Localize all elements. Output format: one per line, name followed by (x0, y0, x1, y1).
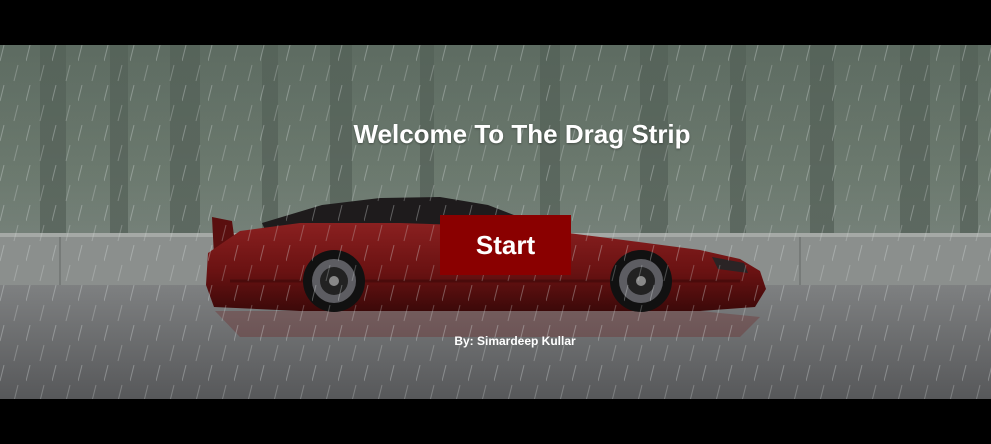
top-letterbox (0, 0, 991, 45)
welcome-title: Welcome To The Drag Strip (353, 119, 691, 149)
game-scene: Welcome To The Drag Strip Start By: Sima… (0, 45, 991, 399)
start-button[interactable]: Start (440, 215, 571, 275)
author-credit: By: Simardeep Kullar (454, 334, 576, 348)
bottom-letterbox (0, 399, 991, 444)
